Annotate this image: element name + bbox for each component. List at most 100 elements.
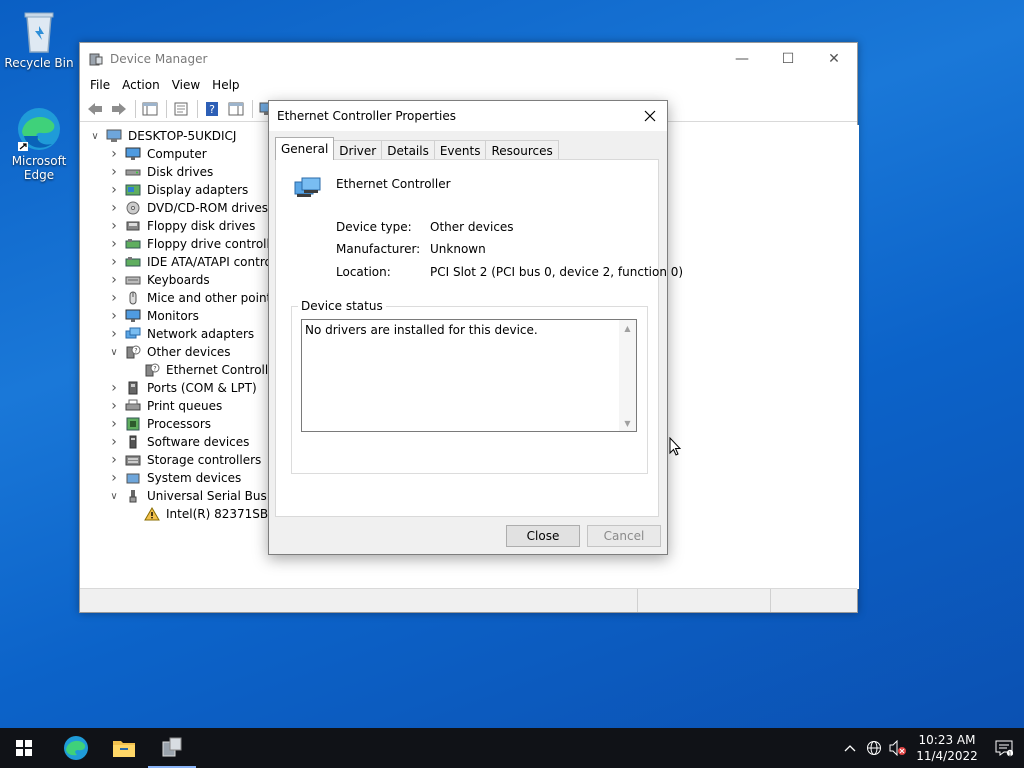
status-scrollbar[interactable]: ▲ ▼ — [619, 320, 636, 431]
tree-item[interactable]: › Computer — [107, 145, 206, 163]
properties-button[interactable] — [170, 99, 192, 119]
volume-button[interactable] — [886, 728, 910, 768]
close-dialog-button[interactable]: Close — [506, 525, 580, 547]
printer-icon — [125, 399, 141, 413]
tree-item[interactable]: › Monitors — [107, 307, 199, 325]
chevron-right-icon[interactable]: › — [107, 146, 121, 162]
device-manager-icon — [89, 53, 103, 65]
volume-muted-icon — [889, 740, 906, 756]
tree-item[interactable]: › Processors — [107, 415, 211, 433]
title-bar[interactable]: Device Manager — ☐ ✕ — [80, 43, 857, 74]
cancel-button[interactable]: Cancel — [587, 525, 661, 547]
chevron-right-icon[interactable]: › — [107, 308, 121, 324]
show-hide-console-tree-button[interactable] — [139, 99, 161, 119]
tree-item[interactable]: › Mice and other pointing — [107, 289, 290, 307]
tab-general[interactable]: General — [275, 137, 335, 160]
chevron-right-icon[interactable]: › — [107, 290, 121, 306]
chevron-right-icon[interactable]: › — [107, 380, 121, 396]
device-status-textbox[interactable]: No drivers are installed for this device… — [301, 319, 637, 432]
tree-item[interactable]: ∨ DESKTOP-5UKDICJ — [88, 127, 236, 145]
chevron-right-icon[interactable]: › — [107, 218, 121, 234]
svg-text:?: ? — [134, 348, 137, 355]
clock-time: 10:23 AM — [918, 733, 976, 747]
desktop-icon-edge[interactable]: Microsoft Edge — [4, 106, 74, 182]
back-button[interactable] — [84, 99, 106, 119]
help-button[interactable]: ? — [201, 99, 223, 119]
tree-item[interactable]: › Keyboards — [107, 271, 209, 289]
tab-driver[interactable]: Driver — [333, 140, 383, 160]
show-hidden-icons-button[interactable] — [838, 728, 862, 768]
cpu-icon — [125, 417, 141, 431]
chevron-right-icon[interactable]: › — [107, 200, 121, 216]
tree-item[interactable]: Intel(R) 82371SB PCI — [126, 505, 291, 523]
tree-item-label: Storage controllers — [147, 453, 262, 467]
tab-strip: General Driver Details Events Resources — [275, 137, 559, 160]
tree-item[interactable]: › System devices — [107, 469, 241, 487]
floppy-icon — [125, 219, 141, 233]
chevron-right-icon[interactable]: › — [107, 434, 121, 450]
tree-item-label: Ethernet Controller — [166, 363, 281, 377]
menu-file[interactable]: File — [84, 76, 116, 94]
chevron-down-icon[interactable]: ∨ — [107, 491, 121, 502]
tree-item-label: Disk drives — [147, 165, 214, 179]
tree-item[interactable]: › IDE ATA/ATAPI controlle — [107, 253, 286, 271]
tree-item[interactable]: › Network adapters — [107, 325, 254, 343]
chevron-right-icon[interactable]: › — [107, 398, 121, 414]
clock[interactable]: 10:23 AM 11/4/2022 — [910, 732, 984, 764]
tree-item[interactable]: ∨? Other devices — [107, 343, 230, 361]
tree-item[interactable]: › Disk drives — [107, 163, 213, 181]
tree-item[interactable]: › Storage controllers — [107, 451, 261, 469]
tree-item[interactable]: › Display adapters — [107, 181, 248, 199]
tree-item[interactable]: › Software devices — [107, 433, 249, 451]
chevron-right-icon[interactable]: › — [107, 254, 121, 270]
chevron-right-icon[interactable]: › — [107, 272, 121, 288]
tree-item[interactable]: › Print queues — [107, 397, 222, 415]
chevron-down-icon[interactable]: ∨ — [88, 131, 102, 142]
chevron-right-icon[interactable]: › — [107, 452, 121, 468]
start-button[interactable] — [0, 728, 48, 768]
menu-help[interactable]: Help — [206, 76, 245, 94]
menu-action[interactable]: Action — [116, 76, 166, 94]
monitor-icon — [125, 147, 141, 161]
menu-view[interactable]: View — [166, 76, 206, 94]
scroll-down-icon[interactable]: ▼ — [619, 415, 636, 431]
toolbar-separator — [252, 99, 253, 118]
tree-item[interactable]: › Floppy disk drives — [107, 217, 255, 235]
dialog-title-bar[interactable]: Ethernet Controller Properties — [269, 101, 667, 131]
tree-item-label: Print queues — [147, 399, 223, 413]
tree-item[interactable]: › DVD/CD-ROM drives — [107, 199, 268, 217]
maximize-button[interactable]: ☐ — [765, 43, 811, 74]
chevron-right-icon[interactable]: › — [107, 164, 121, 180]
tree-item[interactable]: › Ports (COM & LPT) — [107, 379, 256, 397]
chevron-right-icon[interactable]: › — [107, 326, 121, 342]
ethernet-properties-dialog: Ethernet Controller Properties General D… — [268, 100, 683, 555]
tab-events[interactable]: Events — [433, 140, 487, 160]
forward-arrow-icon — [112, 102, 126, 115]
svg-text:?: ? — [209, 103, 215, 116]
dialog-close-button[interactable] — [633, 101, 667, 131]
desktop-icon-recycle-bin[interactable]: Recycle Bin — [4, 8, 74, 70]
forward-button[interactable] — [108, 99, 130, 119]
tree-item[interactable]: ? Ethernet Controller — [126, 361, 281, 379]
chevron-right-icon[interactable]: › — [107, 416, 121, 432]
tree-item[interactable]: › Floppy drive controllers — [107, 235, 288, 253]
edge-icon — [64, 736, 88, 760]
chevron-down-icon[interactable]: ∨ — [107, 347, 121, 358]
status-pane — [638, 589, 771, 612]
chevron-right-icon[interactable]: › — [107, 470, 121, 486]
taskbar-edge-button[interactable] — [52, 728, 100, 768]
close-button[interactable]: ✕ — [811, 43, 857, 74]
network-status-button[interactable] — [862, 728, 886, 768]
tree-item-label: DESKTOP-5UKDICJ — [128, 129, 237, 143]
notification-center-button[interactable]: 1 — [984, 728, 1024, 768]
tab-details[interactable]: Details — [381, 140, 435, 160]
taskbar-file-explorer-button[interactable] — [100, 728, 148, 768]
action-pane-button[interactable] — [225, 99, 247, 119]
minimize-button[interactable]: — — [719, 43, 765, 74]
taskbar-device-manager-button[interactable] — [148, 728, 196, 768]
tab-resources[interactable]: Resources — [485, 140, 559, 160]
device-manager-icon — [162, 737, 182, 757]
scroll-up-icon[interactable]: ▲ — [619, 320, 636, 336]
chevron-right-icon[interactable]: › — [107, 236, 121, 252]
chevron-right-icon[interactable]: › — [107, 182, 121, 198]
